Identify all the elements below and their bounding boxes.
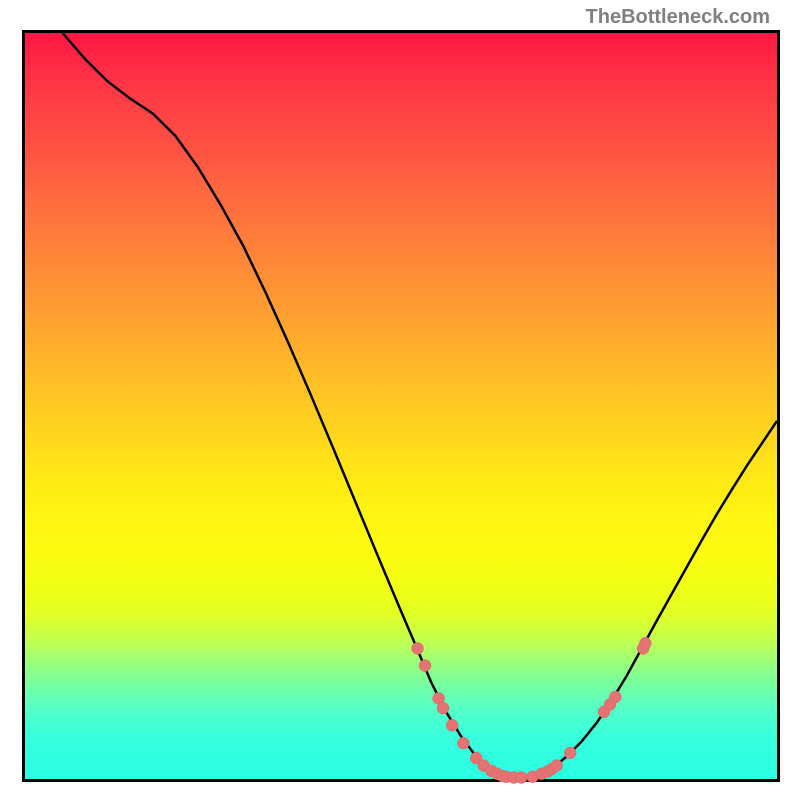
- data-point: [457, 737, 469, 749]
- data-point: [551, 760, 563, 772]
- data-point: [639, 637, 651, 649]
- chart-svg: [25, 33, 777, 779]
- chart-area: [22, 30, 780, 782]
- data-point: [609, 691, 621, 703]
- data-points-group: [412, 637, 652, 783]
- watermark-text: TheBottleneck.com: [586, 6, 770, 29]
- data-point: [437, 702, 449, 714]
- data-point: [564, 747, 576, 759]
- data-point: [446, 719, 458, 731]
- data-point: [419, 660, 431, 672]
- data-point: [412, 642, 424, 654]
- data-point: [515, 772, 527, 784]
